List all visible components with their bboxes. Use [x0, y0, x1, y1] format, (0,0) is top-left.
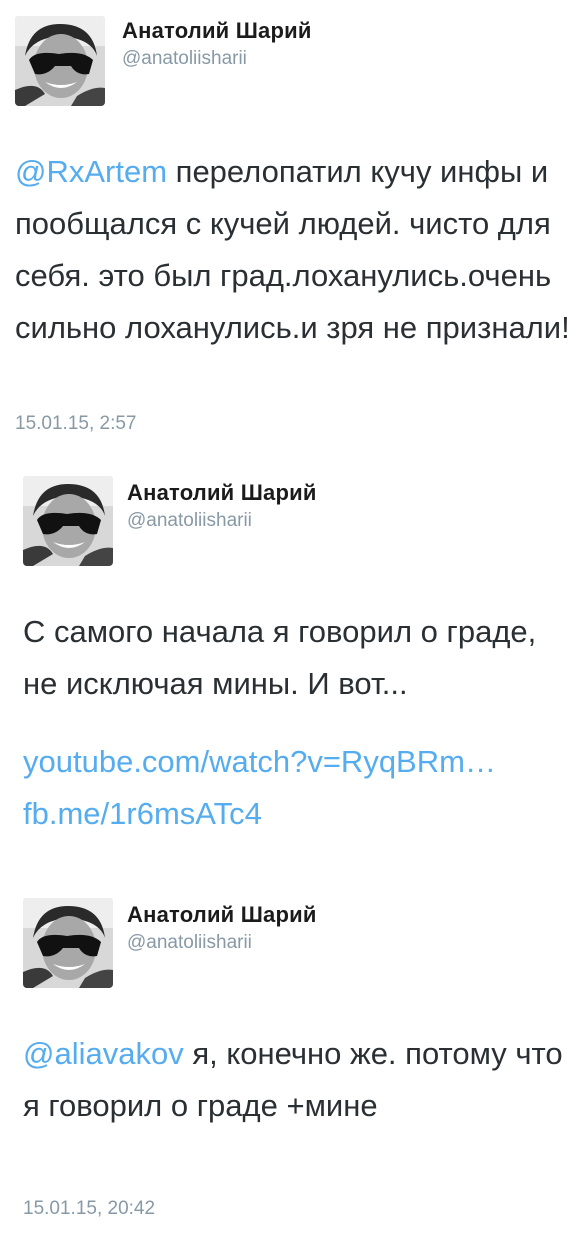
author-handle[interactable]: @anatoliisharii: [122, 48, 247, 70]
youtube-link[interactable]: youtube.com/watch?v=RyqBRm…: [23, 744, 496, 779]
profile-photo-icon: [23, 476, 113, 566]
avatar[interactable]: [15, 16, 105, 106]
mention-link[interactable]: @aliavakov: [23, 1036, 184, 1071]
author-name[interactable]: Анатолий Шарий: [122, 18, 312, 44]
tweet-3: Анатолий Шарий @anatoliisharii @aliavako…: [0, 880, 584, 1240]
tweet-body: С самого начала я говорил о граде, не ис…: [23, 614, 537, 701]
avatar[interactable]: [23, 476, 113, 566]
tweet-text: @RxArtem перелопатил кучу инфы и пообщал…: [15, 146, 575, 354]
tweet-timestamp[interactable]: 15.01.15, 20:42: [23, 1198, 155, 1220]
tweet-timestamp[interactable]: 15.01.15, 2:57: [15, 413, 137, 435]
tweet-2: Анатолий Шарий @anatoliisharii С самого …: [0, 460, 584, 880]
facebook-link[interactable]: fb.me/1r6msATc4: [23, 796, 262, 831]
tweet-text: @aliavakov я, конечно же. потому что я г…: [23, 1028, 563, 1132]
profile-photo-icon: [23, 898, 113, 988]
author-name[interactable]: Анатолий Шарий: [127, 902, 317, 928]
author-handle[interactable]: @anatoliisharii: [127, 510, 252, 532]
author-handle[interactable]: @anatoliisharii: [127, 932, 252, 954]
tweet-1: Анатолий Шарий @anatoliisharii @RxArtem …: [0, 0, 584, 450]
mention-link[interactable]: @RxArtem: [15, 154, 167, 189]
author-name[interactable]: Анатолий Шарий: [127, 480, 317, 506]
profile-photo-icon: [15, 16, 105, 106]
avatar[interactable]: [23, 898, 113, 988]
tweet-text: С самого начала я говорил о граде, не ис…: [23, 606, 563, 840]
